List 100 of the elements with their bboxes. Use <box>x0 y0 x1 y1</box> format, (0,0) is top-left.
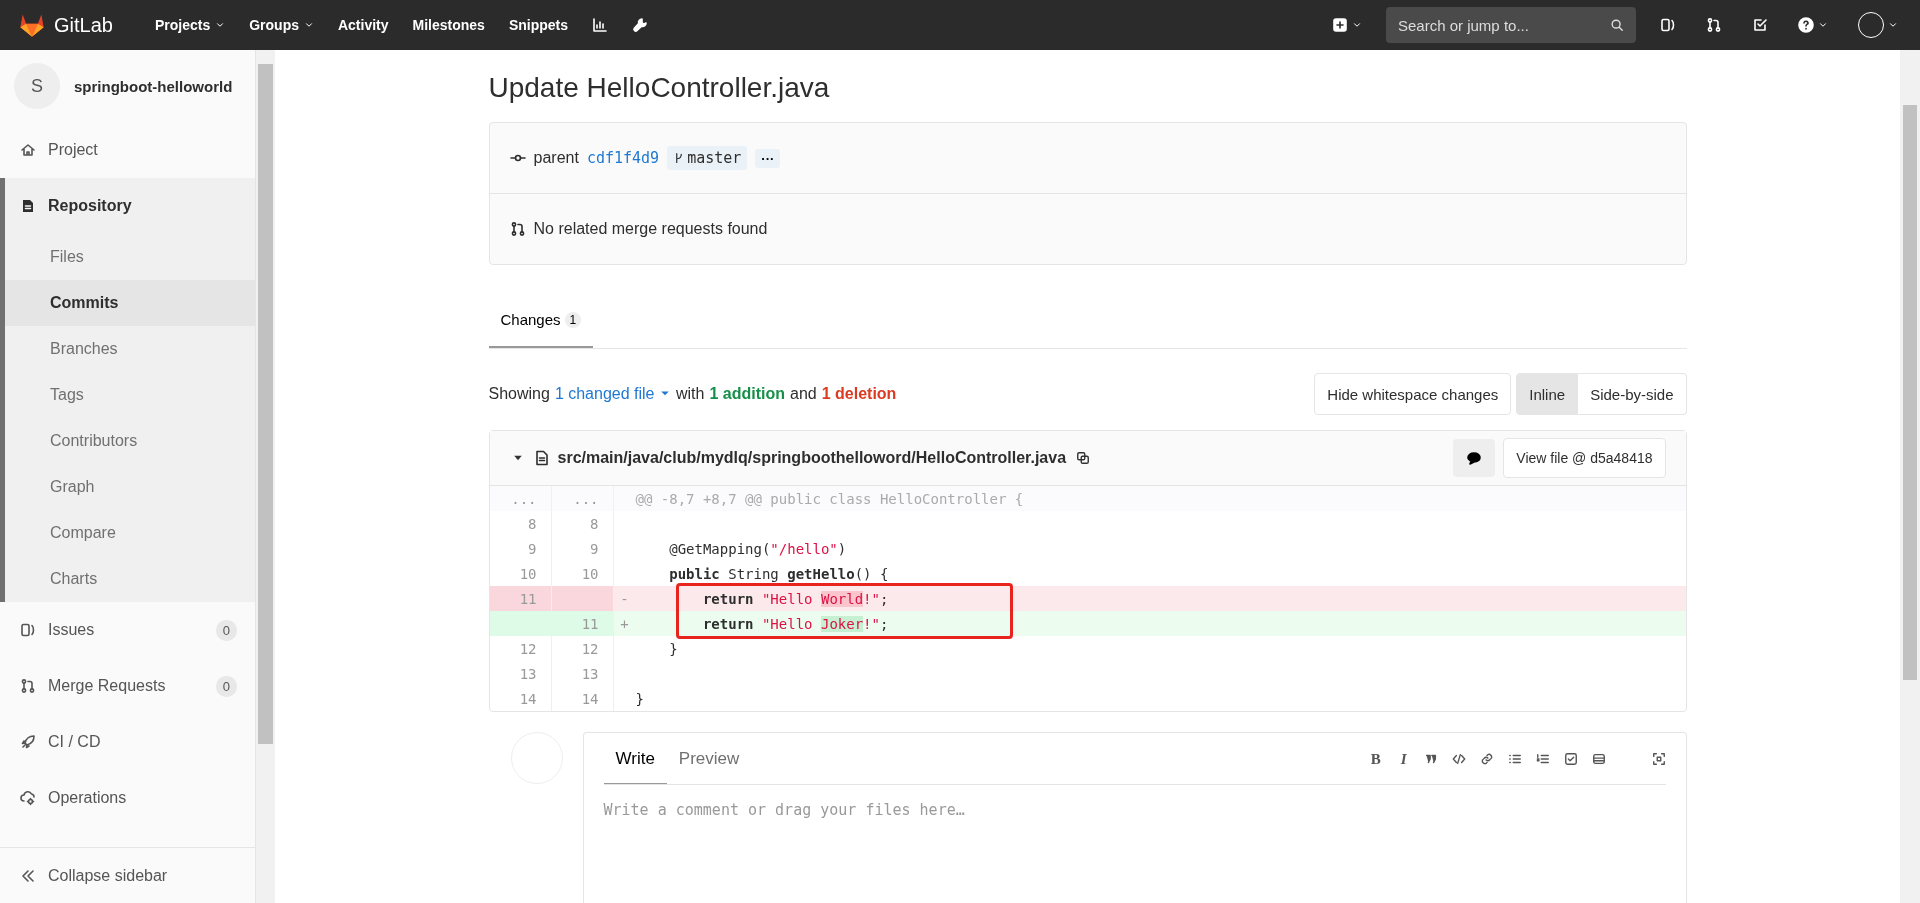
new-line-number: ... <box>551 486 614 511</box>
merge-requests-text: No related merge requests found <box>533 220 768 238</box>
caret-icon <box>215 20 226 30</box>
letter-avatar[interactable]: S <box>14 63 60 109</box>
summary-text: and <box>790 385 817 403</box>
caret-icon <box>1888 20 1898 30</box>
merge-request-icon <box>509 221 526 237</box>
sidebar-subitem[interactable]: Charts <box>5 556 255 602</box>
sidebar-subitem[interactable]: Commits <box>5 280 255 326</box>
new-line-number: 8 <box>551 511 614 536</box>
code-line: public String getHello() { <box>668 565 889 582</box>
project-name[interactable]: springboot-helloworld <box>74 77 233 95</box>
summary-text: with <box>675 385 705 403</box>
scrollbar-thumb[interactable] <box>1903 105 1917 680</box>
format-button[interactable]: I <box>1397 750 1410 768</box>
file-path: src/main/java/club/mydlq/springboothelloword/HelloController.java <box>557 449 1067 467</box>
bullet-list-icon <box>1507 752 1522 766</box>
new-line-number: 12 <box>551 636 614 661</box>
view-mode-button[interactable]: Inline <box>1516 373 1579 415</box>
deletions-count: 1 deletion <box>821 385 897 403</box>
code-line: @GetMapping("/hello") <box>668 540 847 557</box>
comment-field[interactable]: Write a comment or drag your files here… <box>582 785 1687 903</box>
sidebar-subitem[interactable]: Contributors <box>5 418 255 464</box>
fullscreen-icon <box>1651 752 1666 766</box>
issues-icon <box>1660 17 1676 33</box>
merge-request-icon <box>1706 17 1722 33</box>
nav-link[interactable]: Activity <box>327 9 399 41</box>
code-line: @@ -8,7 +8,7 @@ public class HelloController { <box>635 490 1024 507</box>
format-button[interactable]: B <box>1367 750 1384 768</box>
sidebar-item[interactable]: Project <box>0 122 255 178</box>
code-line: } <box>635 690 644 707</box>
diff-sign: + <box>619 615 630 632</box>
old-line-number: 12 <box>489 636 552 661</box>
nav-link[interactable]: Snippets <box>498 9 579 41</box>
old-line-number: ... <box>489 486 552 511</box>
merge-request-icon <box>20 678 36 694</box>
old-line-number: 9 <box>489 536 552 561</box>
brand-name[interactable]: GitLab <box>54 13 113 37</box>
parent-label: parent <box>533 149 579 167</box>
sidebar-subitem[interactable]: Compare <box>5 510 255 556</box>
nav-link[interactable]: Milestones <box>402 9 495 41</box>
document-icon <box>20 198 36 214</box>
old-line-number: 8 <box>489 511 552 536</box>
additions-count: 1 addition <box>709 385 785 403</box>
sidebar-item[interactable]: Repository <box>5 178 255 234</box>
quote-icon <box>1423 752 1438 766</box>
more-button[interactable]: ··· <box>755 148 781 168</box>
caret-icon <box>1352 20 1362 30</box>
new-line-number: 14 <box>551 686 614 711</box>
caret-icon <box>1818 20 1828 30</box>
nav-link[interactable]: Projects <box>144 9 236 41</box>
wrench-icon <box>632 17 649 33</box>
sidebar-item[interactable]: Merge Requests 0 <box>0 658 255 714</box>
summary-text: Showing <box>488 385 550 403</box>
numbered-list-icon <box>1535 752 1550 766</box>
code-line: return "Hello World!"; <box>701 590 889 607</box>
code-icon <box>1451 752 1466 766</box>
new-line-number: 9 <box>551 536 614 561</box>
old-line-number: 11 <box>489 586 552 611</box>
new-line-number: 13 <box>551 661 614 686</box>
new-line-number: 11 <box>551 611 614 636</box>
count-badge: 0 <box>215 675 237 697</box>
old-line-number: 14 <box>489 686 552 711</box>
sidebar-subitem[interactable]: Files <box>5 234 255 280</box>
count-badge: 0 <box>215 619 237 641</box>
sidebar-subitem[interactable]: Tags <box>5 372 255 418</box>
copy-icon <box>1076 451 1091 465</box>
sidebar-item[interactable]: Operations <box>0 770 255 826</box>
collapse-sidebar-button[interactable]: Collapse sidebar <box>0 847 255 903</box>
caret-icon <box>303 20 314 30</box>
branch-tag[interactable]: master <box>667 146 748 170</box>
sidebar-item[interactable]: CI / CD <box>0 714 255 770</box>
home-icon <box>20 142 36 158</box>
comments-toggle-button[interactable] <box>1453 439 1496 477</box>
commit-title: Update HelloController.java <box>488 72 831 104</box>
issues-icon <box>20 622 36 638</box>
hide-whitespace-button[interactable]: Hide whitespace changes <box>1314 373 1512 415</box>
code-line: } <box>668 640 678 657</box>
sidebar-item[interactable]: Issues 0 <box>0 602 255 658</box>
view-file-button[interactable]: View file @ d5a48418 <box>1503 438 1666 478</box>
double-chevron-icon <box>20 867 36 884</box>
nav-link[interactable]: Groups <box>239 9 324 41</box>
sidebar-subitem[interactable]: Graph <box>5 464 255 510</box>
search-icon <box>1610 18 1624 32</box>
checkbox-icon <box>1752 17 1768 33</box>
old-line-number: 13 <box>489 661 552 686</box>
scrollbar-thumb[interactable] <box>258 64 273 744</box>
view-mode-button[interactable]: Side-by-side <box>1578 373 1687 415</box>
changed-files-dropdown[interactable]: 1 changed file <box>554 385 671 403</box>
speech-bubble-icon <box>1466 450 1483 466</box>
changes-tab[interactable]: Changes 1 <box>488 295 594 348</box>
link-icon <box>1479 752 1494 766</box>
sidebar-subitem[interactable]: Branches <box>5 326 255 372</box>
help-icon <box>1798 17 1814 33</box>
code-line: return "Hello Joker!"; <box>701 615 889 632</box>
search-field[interactable]: Search or jump to... <box>1386 7 1636 43</box>
commit-sha-link[interactable]: cdf1f4d9 <box>586 149 660 167</box>
editor-tab[interactable]: Preview <box>666 733 752 785</box>
rocket-icon <box>20 734 36 750</box>
diff-sign: - <box>619 590 630 607</box>
